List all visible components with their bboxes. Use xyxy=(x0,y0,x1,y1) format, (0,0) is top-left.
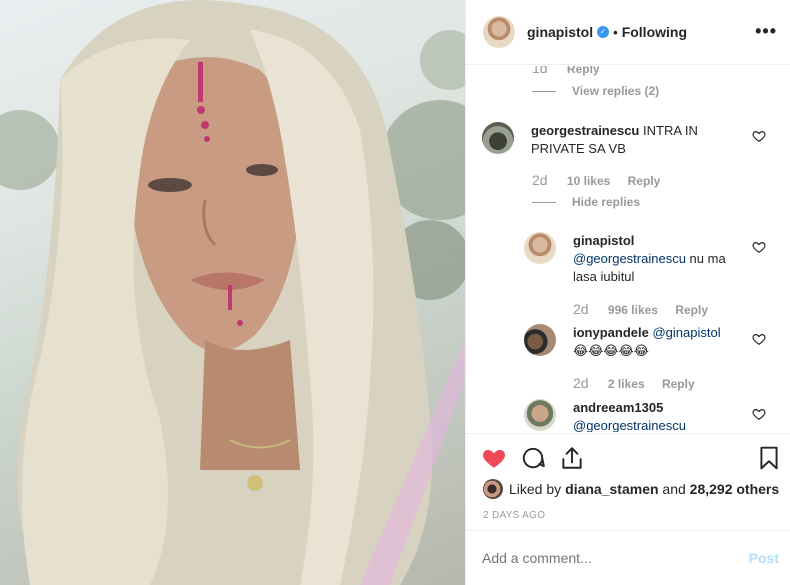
liker-username[interactable]: diana_stamen xyxy=(565,481,658,497)
following-button[interactable]: Following xyxy=(622,24,687,40)
prev-comment-age: 1d xyxy=(532,66,548,76)
comment-reply-button[interactable]: Reply xyxy=(628,174,661,188)
post-actions xyxy=(466,433,790,483)
reply-likes-count[interactable]: 2 likes xyxy=(608,377,645,391)
comment-meta: 2d 10 likes Reply xyxy=(532,172,660,188)
reply-text: 😂😂😂😂😂 xyxy=(573,343,649,358)
reply-body: ginapistol @georgestrainescu nu ma lasa … xyxy=(573,232,743,286)
commenter-avatar[interactable] xyxy=(482,122,514,154)
verified-badge-icon: ✓ xyxy=(597,26,610,38)
liker-avatar[interactable] xyxy=(483,479,503,499)
hide-replies-toggle[interactable]: Hide replies xyxy=(532,195,640,209)
comment-composer: Post xyxy=(466,530,790,585)
reply-age: 2d xyxy=(573,375,589,391)
reply-body: ionypandele @ginapistol 😂😂😂😂😂 xyxy=(573,324,748,360)
toggle-line xyxy=(532,90,556,92)
likes-middle: and xyxy=(658,481,690,497)
reply-reply-button[interactable]: Reply xyxy=(662,377,695,391)
likes-prefix: Liked by xyxy=(509,481,562,497)
comment-username[interactable]: georgestrainescu xyxy=(531,123,639,138)
post-header: ginapistol ✓ • Following ••• xyxy=(466,0,790,65)
reply-reply-button[interactable]: Reply xyxy=(675,303,708,317)
bookmark-icon[interactable] xyxy=(756,445,782,471)
reply-like-heart-icon[interactable] xyxy=(752,407,766,421)
author-avatar[interactable] xyxy=(483,16,515,48)
reply-likes-count[interactable]: 996 likes xyxy=(608,303,658,317)
comment-likes-count[interactable]: 10 likes xyxy=(567,174,610,188)
reply-like-heart-icon[interactable] xyxy=(752,332,766,346)
post-timestamp[interactable]: 2 DAYS AGO xyxy=(483,510,545,521)
likes-count[interactable]: 28,292 others xyxy=(690,481,780,497)
view-replies-label: View replies (2) xyxy=(572,84,660,98)
hide-replies-label: Hide replies xyxy=(572,195,641,209)
reply-username[interactable]: andreeam1305 xyxy=(573,400,663,415)
prev-comment-meta: 1d Reply xyxy=(532,66,600,76)
toggle-line xyxy=(532,201,556,203)
prev-reply-button[interactable]: Reply xyxy=(567,66,600,76)
reply-avatar[interactable] xyxy=(524,232,556,264)
reply-meta: 2d 996 likes Reply xyxy=(573,301,708,317)
reply-mention[interactable]: @georgestrainescu xyxy=(573,251,686,266)
author-username[interactable]: ginapistol xyxy=(527,24,593,40)
reply-mention[interactable]: @ginapistol xyxy=(652,325,720,340)
likes-summary: Liked by diana_stamen and 28,292 others xyxy=(483,479,779,499)
photo-illustration xyxy=(0,0,465,585)
comment-age: 2d xyxy=(532,172,548,188)
comments-list[interactable]: 1d Reply View replies (2) georgestraines… xyxy=(466,66,790,432)
reply-avatar[interactable] xyxy=(524,399,556,431)
add-comment-input[interactable] xyxy=(482,550,722,566)
reply-username[interactable]: ionypandele xyxy=(573,325,649,340)
post-comment-button[interactable]: Post xyxy=(749,550,779,566)
more-options-icon[interactable]: ••• xyxy=(755,22,777,40)
like-heart-icon[interactable] xyxy=(481,445,507,471)
reply-meta: 2d 2 likes Reply xyxy=(573,375,695,391)
reply-like-heart-icon[interactable] xyxy=(752,240,766,254)
reply-username[interactable]: ginapistol xyxy=(573,233,634,248)
view-replies-toggle[interactable]: View replies (2) xyxy=(532,84,659,98)
share-icon[interactable] xyxy=(559,445,585,471)
comment-body: georgestrainescu INTRA IN PRIVATE SA VB xyxy=(531,122,741,158)
reply-age: 2d xyxy=(573,301,589,317)
reply-avatar[interactable] xyxy=(524,324,556,356)
comment-bubble-icon[interactable] xyxy=(520,445,546,471)
comment-like-heart-icon[interactable] xyxy=(752,129,766,143)
header-separator: • xyxy=(613,24,618,40)
post-side-panel: ginapistol ✓ • Following ••• 1d Reply Vi… xyxy=(465,0,790,585)
reply-mention[interactable]: @georgestrainescu xyxy=(573,418,686,432)
post-photo[interactable] xyxy=(0,0,465,585)
reply-body: andreeam1305 @georgestrainescu xyxy=(573,399,748,432)
